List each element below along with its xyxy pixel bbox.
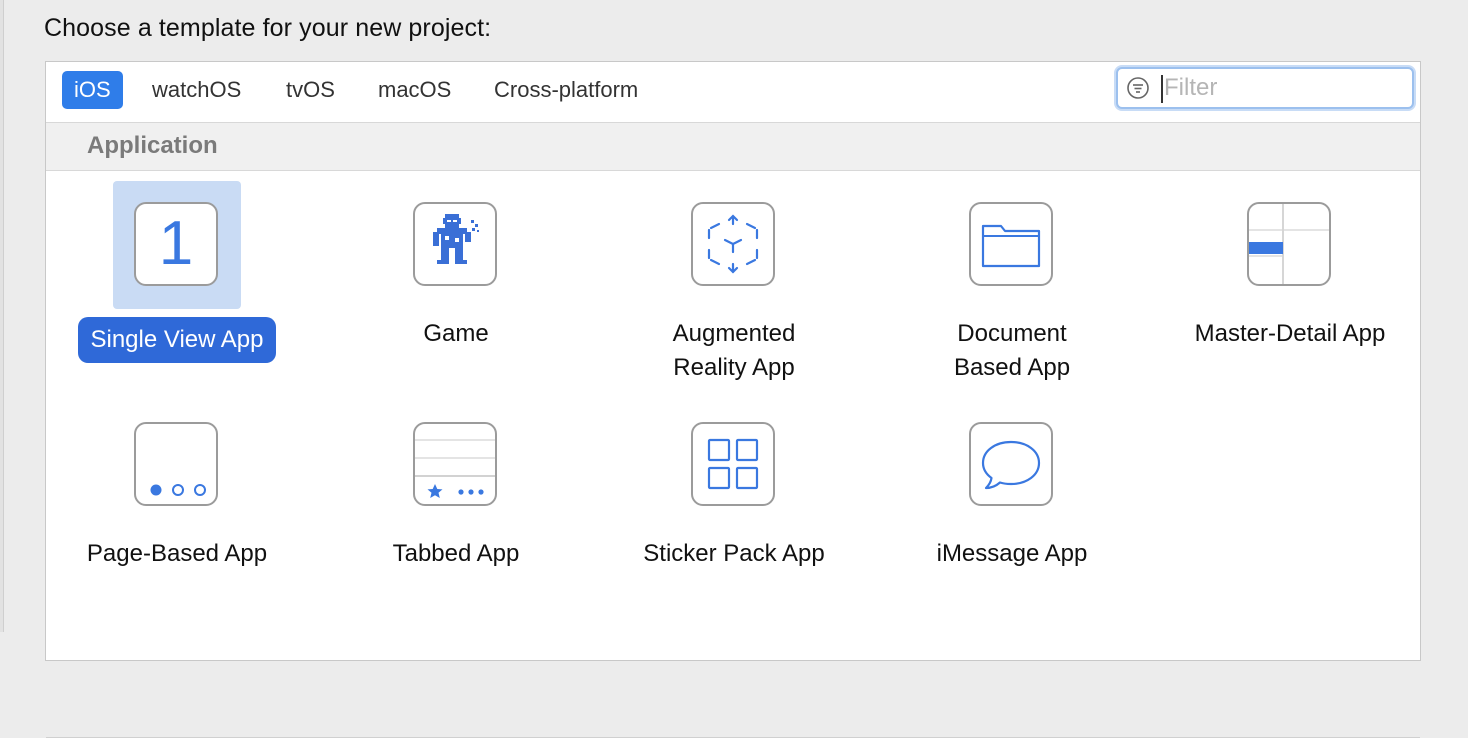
template-panel: iOS watchOS tvOS macOS Cross-platform Ap… xyxy=(45,61,1421,738)
filter-field[interactable] xyxy=(1116,67,1414,109)
tab-watchos[interactable]: watchOS xyxy=(140,71,253,109)
window-left-edge xyxy=(0,0,4,632)
template-label-selected: Single View App xyxy=(78,317,276,363)
template-label: Tabbed App xyxy=(392,540,520,567)
template-label: Page-Based App xyxy=(86,540,268,567)
ar-cube-glyph xyxy=(707,214,759,274)
template-label-line-1: Document xyxy=(957,320,1067,347)
template-icon-wrap xyxy=(392,181,520,309)
template-label: Sticker Pack App xyxy=(643,540,825,567)
tab-ios[interactable]: iOS xyxy=(62,71,123,109)
template-label-line-2: Based App xyxy=(953,354,1071,381)
template-label-line-1: Augmented xyxy=(672,320,796,347)
text-cursor xyxy=(1161,75,1163,103)
section-header: Application xyxy=(46,122,1420,171)
tab-macos[interactable]: macOS xyxy=(366,71,463,109)
template-label: Augmented Reality App xyxy=(604,317,864,385)
template-icon-wrap xyxy=(670,181,798,309)
template-icon-wrap xyxy=(113,401,241,529)
template-label: Master-Detail App xyxy=(1194,320,1386,347)
template-label: Document Based App xyxy=(882,317,1142,385)
template-grid: 1 Single View App Game Augmented Reality… xyxy=(46,171,1420,738)
master-detail-icon xyxy=(1247,202,1331,286)
tab-tvos[interactable]: tvOS xyxy=(274,71,347,109)
template-selection-highlight: 1 xyxy=(113,181,241,309)
template-icon-wrap xyxy=(948,401,1076,529)
game-sprite-icon xyxy=(433,214,479,264)
section-title-application: Application xyxy=(87,132,218,159)
template-label: Game xyxy=(423,320,489,347)
message-bubble-icon xyxy=(969,422,1053,506)
filter-icon xyxy=(1127,77,1149,99)
master-detail-glyph xyxy=(1249,204,1329,284)
sticker-grid-glyph xyxy=(707,438,759,490)
single-view-icon: 1 xyxy=(134,202,218,286)
template-icon-wrap xyxy=(670,401,798,529)
tab-bar-glyph xyxy=(415,439,495,498)
platform-tab-bar: iOS watchOS tvOS macOS Cross-platform xyxy=(46,62,1420,122)
filter-input[interactable] xyxy=(1164,72,1404,104)
template-label-line-2: Reality App xyxy=(673,354,795,381)
sticker-grid-icon xyxy=(691,422,775,506)
game-icon xyxy=(413,202,497,286)
ar-cube-icon xyxy=(691,202,775,286)
tab-cross-platform[interactable]: Cross-platform xyxy=(482,71,650,109)
page-dots-glyph xyxy=(150,484,206,496)
tab-bar-icon xyxy=(413,422,497,506)
folder-glyph xyxy=(981,224,1041,268)
template-icon-wrap xyxy=(948,181,1076,309)
page-dots-icon xyxy=(134,422,218,506)
template-label: Single View App xyxy=(47,317,307,363)
single-view-glyph: 1 xyxy=(158,209,194,278)
message-bubble-glyph xyxy=(981,440,1041,490)
page-title: Choose a template for your new project: xyxy=(44,14,492,42)
template-label: iMessage App xyxy=(936,540,1088,567)
folder-icon xyxy=(969,202,1053,286)
template-icon-wrap xyxy=(1226,181,1354,309)
template-icon-wrap xyxy=(392,401,520,529)
